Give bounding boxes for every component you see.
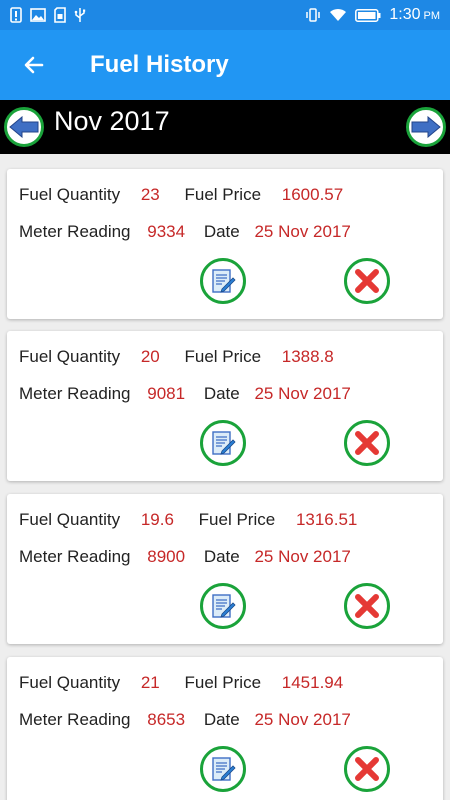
next-month-button[interactable]: [406, 107, 446, 147]
meter-date-row: Meter Reading 8900 Date 25 Nov 2017: [19, 547, 351, 567]
fuel-quantity-label: Fuel Quantity: [19, 510, 121, 529]
quantity-price-row: Fuel Quantity 21 Fuel Price 1451.94: [19, 673, 343, 693]
edit-document-icon: [212, 431, 236, 455]
meter-reading-value: 8653: [147, 710, 186, 729]
meter-reading-label: Meter Reading: [19, 222, 131, 241]
arrow-left-icon: [24, 56, 44, 74]
quantity-price-row: Fuel Quantity 19.6 Fuel Price 1316.51: [19, 510, 357, 530]
edit-document-icon: [212, 594, 236, 618]
status-bar: 1:30 PM: [0, 0, 450, 30]
battery-icon: [355, 8, 381, 22]
status-system: 1:30 PM: [305, 6, 440, 24]
fuel-record-card: Fuel Quantity 23 Fuel Price 1600.57 Mete…: [7, 169, 443, 319]
meter-date-row: Meter Reading 9334 Date 25 Nov 2017: [19, 222, 351, 242]
fuel-record-card: Fuel Quantity 20 Fuel Price 1388.8 Meter…: [7, 331, 443, 481]
fuel-price-label: Fuel Price: [184, 185, 262, 204]
image-notification-icon: [30, 8, 46, 22]
fuel-quantity-label: Fuel Quantity: [19, 673, 121, 692]
notification-alert-icon: [10, 7, 22, 23]
status-notifications: [10, 7, 86, 23]
fuel-record-card: Fuel Quantity 19.6 Fuel Price 1316.51 Me…: [7, 494, 443, 644]
delete-record-button[interactable]: [344, 583, 390, 629]
date-value: 25 Nov 2017: [254, 222, 351, 241]
date-value: 25 Nov 2017: [254, 384, 351, 403]
status-time: 1:30: [389, 6, 421, 23]
quantity-price-row: Fuel Quantity 20 Fuel Price 1388.8: [19, 347, 334, 367]
meter-reading-value: 9081: [147, 384, 186, 403]
date-value: 25 Nov 2017: [254, 710, 351, 729]
meter-reading-label: Meter Reading: [19, 710, 131, 729]
date-value: 25 Nov 2017: [254, 547, 351, 566]
date-label: Date: [203, 710, 240, 729]
meter-reading-label: Meter Reading: [19, 384, 131, 403]
date-label: Date: [203, 384, 240, 403]
fuel-quantity-value: 21: [140, 673, 160, 692]
status-ampm: PM: [423, 10, 441, 22]
fuel-history-list[interactable]: Fuel Quantity 23 Fuel Price 1600.57 Mete…: [0, 154, 450, 800]
date-label: Date: [203, 547, 240, 566]
app-bar: Fuel History: [0, 30, 450, 100]
fuel-price-value: 1388.8: [281, 347, 334, 366]
fuel-quantity-value: 19.6: [140, 510, 174, 529]
delete-record-button[interactable]: [344, 420, 390, 466]
blue-right-arrow-icon: [411, 116, 441, 138]
wifi-icon: [330, 8, 347, 21]
delete-record-button[interactable]: [344, 258, 390, 304]
red-x-icon: [355, 431, 379, 455]
edit-record-button[interactable]: [200, 420, 246, 466]
meter-reading-value: 9334: [147, 222, 186, 241]
sd-card-icon: [54, 7, 66, 23]
red-x-icon: [355, 269, 379, 293]
blue-left-arrow-icon: [9, 116, 39, 138]
edit-record-button[interactable]: [200, 583, 246, 629]
page-title: Fuel History: [90, 51, 229, 78]
red-x-icon: [355, 757, 379, 781]
vibrate-icon: [306, 8, 321, 22]
edit-document-icon: [212, 269, 236, 293]
quantity-price-row: Fuel Quantity 23 Fuel Price 1600.57: [19, 185, 343, 205]
previous-month-button[interactable]: [4, 107, 44, 147]
month-selector: Nov 2017: [0, 100, 450, 154]
fuel-record-card: Fuel Quantity 21 Fuel Price 1451.94 Mete…: [7, 657, 443, 800]
fuel-price-label: Fuel Price: [184, 673, 262, 692]
usb-icon: [74, 8, 86, 22]
fuel-price-value: 1600.57: [281, 185, 344, 204]
edit-record-button[interactable]: [200, 746, 246, 792]
meter-reading-value: 8900: [147, 547, 186, 566]
fuel-price-label: Fuel Price: [198, 510, 276, 529]
fuel-quantity-value: 23: [140, 185, 160, 204]
edit-record-button[interactable]: [200, 258, 246, 304]
date-label: Date: [203, 222, 240, 241]
fuel-quantity-label: Fuel Quantity: [19, 347, 121, 366]
delete-record-button[interactable]: [344, 746, 390, 792]
month-label: Nov 2017: [54, 106, 170, 136]
fuel-price-value: 1316.51: [295, 510, 358, 529]
back-button[interactable]: [6, 37, 62, 93]
meter-reading-label: Meter Reading: [19, 547, 131, 566]
fuel-quantity-label: Fuel Quantity: [19, 185, 121, 204]
fuel-quantity-value: 20: [140, 347, 160, 366]
edit-document-icon: [212, 757, 236, 781]
meter-date-row: Meter Reading 9081 Date 25 Nov 2017: [19, 384, 351, 404]
status-clock: 1:30 PM: [389, 6, 440, 24]
red-x-icon: [355, 594, 379, 618]
meter-date-row: Meter Reading 8653 Date 25 Nov 2017: [19, 710, 351, 730]
fuel-price-value: 1451.94: [281, 673, 344, 692]
fuel-price-label: Fuel Price: [184, 347, 262, 366]
